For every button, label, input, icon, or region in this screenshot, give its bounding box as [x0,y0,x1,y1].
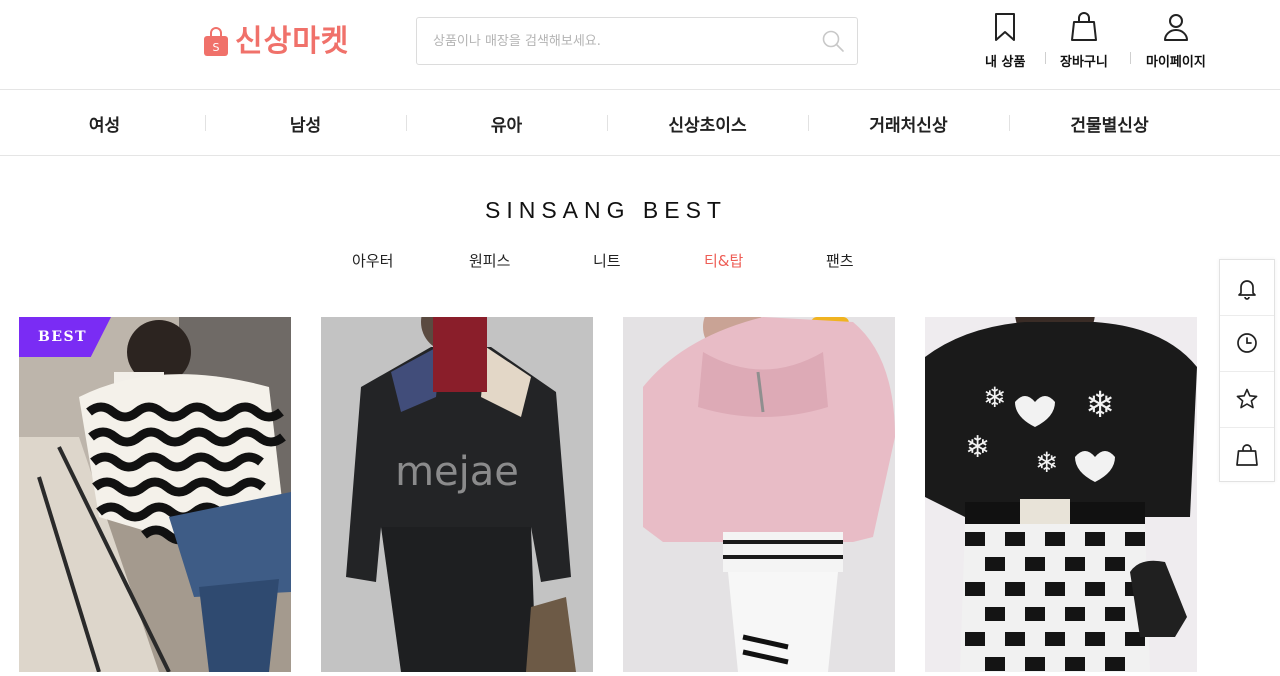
category-men[interactable]: 남성 [205,90,406,156]
search-button[interactable] [821,29,845,53]
tab-knit[interactable]: 니트 [593,250,621,271]
product-card[interactable]: mejae [321,317,593,672]
divider [1130,52,1131,64]
tab-dress[interactable]: 원피스 [469,250,510,271]
cart-label: 장바구니 [1060,55,1108,70]
my-products-link[interactable]: 내 상품 [985,12,1025,70]
svg-text:❄: ❄ [965,430,990,465]
svg-text:❄: ❄ [1085,385,1115,426]
category-women[interactable]: 여성 [4,90,205,156]
my-page-link[interactable]: 마이페이지 [1146,12,1206,70]
logo-text: 신상마켓 [235,24,350,59]
search-icon [822,30,844,52]
logo-bag-letter: S [213,41,220,54]
product-image: mejae [321,317,593,672]
category-building-new[interactable]: 건물별신상 [1009,90,1210,156]
product-image: ❄ ❄ ❄ ❄ [925,317,1197,672]
category-sinsang-choice[interactable]: 신상초이스 [607,90,808,156]
star-icon [1236,388,1258,409]
tab-pants[interactable]: 팬츠 [826,250,854,271]
logo-bag-icon: S [203,27,229,57]
recent-view-button[interactable] [1220,315,1274,370]
product-card[interactable]: BEST [19,317,291,672]
shopping-bag-icon [1070,12,1097,41]
watermark-text: mejae [395,449,519,495]
category-kids[interactable]: 유아 [406,90,607,156]
section-title: SINSANG BEST [485,197,727,223]
search-box [416,17,858,65]
user-icon [1163,14,1188,41]
cart-quick-button[interactable] [1220,427,1274,482]
cart-link[interactable]: 장바구니 [1060,12,1108,70]
my-products-label: 내 상품 [985,55,1026,70]
notifications-button[interactable] [1220,260,1274,315]
bell-icon [1238,279,1256,300]
category-partner-new[interactable]: 거래처신상 [808,90,1009,156]
svg-text:❄: ❄ [983,381,1006,414]
shopping-bag-icon [1236,444,1258,466]
site-header: S 신상마켓 내 상품 장바구니 마이페이지 [0,0,1280,90]
svg-text:❄: ❄ [1035,446,1058,479]
product-image [623,317,895,672]
bookmark-icon [995,13,1016,41]
divider [1045,52,1046,64]
tab-outer[interactable]: 아우터 [352,250,393,271]
product-card[interactable] [623,317,895,672]
clock-icon [1237,333,1257,353]
my-page-label: 마이페이지 [1146,55,1206,70]
tab-tee-top[interactable]: 티&탑 [704,250,743,271]
product-image [19,317,291,672]
favorites-button[interactable] [1220,371,1274,426]
category-nav: 여성 남성 유아 신상초이스 거래처신상 건물별신상 [0,90,1280,156]
quick-menu-bar [1219,259,1275,482]
search-input[interactable] [417,18,807,64]
product-card[interactable]: ❄ ❄ ❄ ❄ [925,317,1197,672]
logo[interactable]: S 신상마켓 [203,22,349,62]
